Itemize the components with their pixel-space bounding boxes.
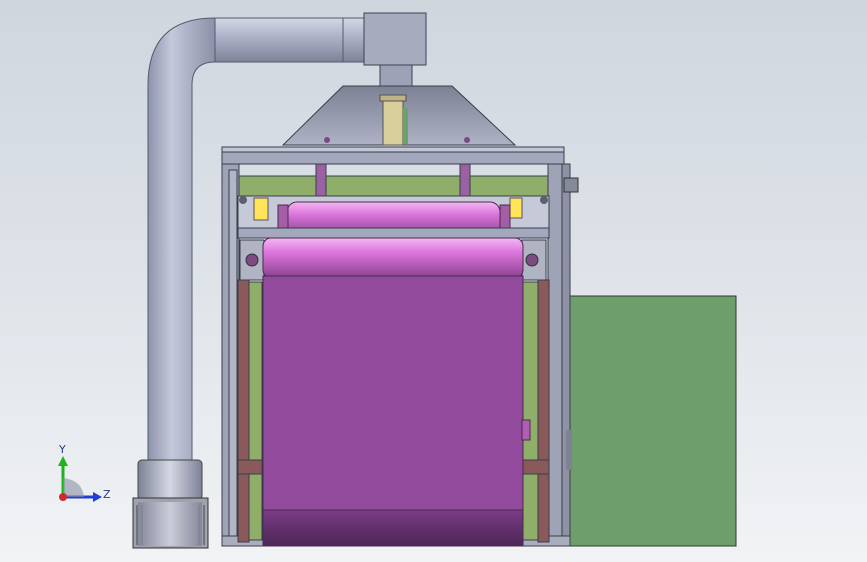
extraction-hood[interactable] xyxy=(281,85,517,146)
right-actuator[interactable] xyxy=(459,163,471,199)
left-actuator[interactable] xyxy=(315,163,327,199)
x-axis-origin xyxy=(59,493,67,501)
cross-beam xyxy=(237,227,550,239)
conveyor-belt[interactable] xyxy=(262,275,531,547)
assembly-model[interactable] xyxy=(0,0,867,562)
exhaust-fan[interactable] xyxy=(132,459,209,549)
upper-panel xyxy=(238,175,549,197)
z-axis-label: Z xyxy=(103,488,111,501)
y-axis-label: Y xyxy=(59,443,66,456)
cad-viewport[interactable]: Y Z xyxy=(0,0,867,562)
control-cabinet[interactable] xyxy=(567,295,737,547)
orientation-triad xyxy=(58,456,102,502)
lower-drum-roller[interactable] xyxy=(239,237,547,281)
